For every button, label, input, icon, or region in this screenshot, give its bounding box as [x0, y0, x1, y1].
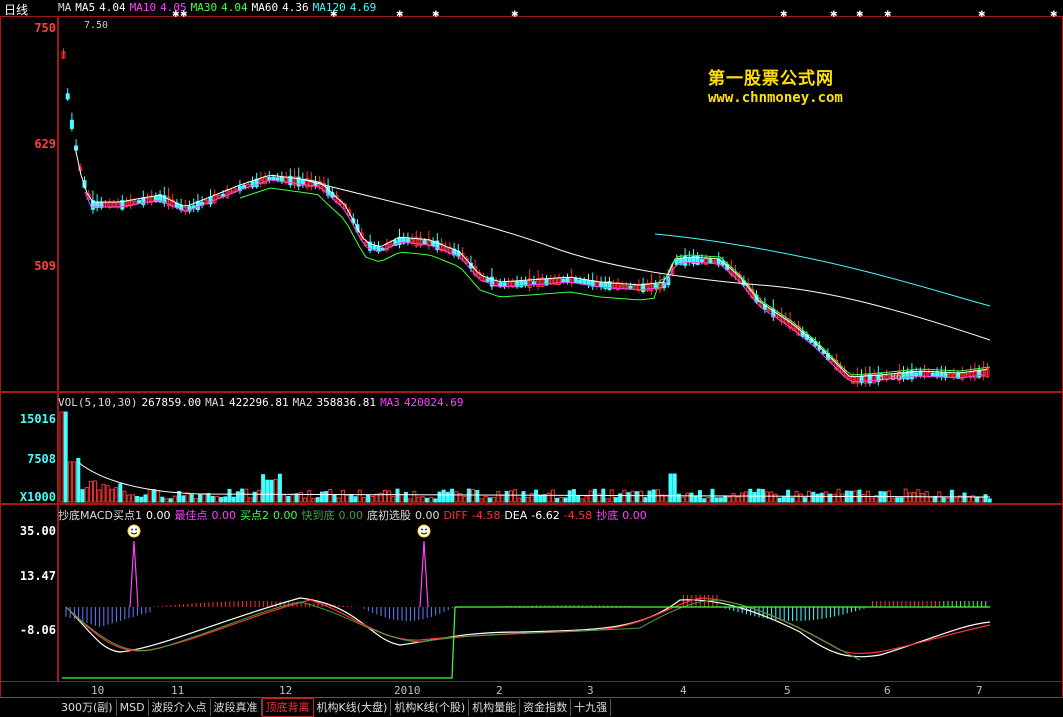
volume-legend-item: MA3 [380, 396, 400, 409]
volume-legend: VOL(5,10,30) 267859.00 MA1 422296.81 MA2 3588… [58, 396, 468, 409]
macd-axis-label-35: 35.00 [19, 524, 56, 538]
volume-legend-item: 422296.81 [228, 396, 289, 409]
macd-legend-item: 最佳点 [174, 509, 208, 522]
time-axis-label: 12 [279, 684, 293, 697]
ma-legend-item: MA [58, 1, 72, 14]
macd-legend-item: -4.58 [563, 509, 593, 522]
tab-indicator[interactable]: 机构K线(个股) [391, 699, 470, 716]
period-label: 日线 [4, 1, 32, 18]
time-axis-bar [0, 682, 1063, 698]
watermark-url: www.chnmoney.com [708, 90, 843, 106]
macd-legend: 抄底MACD买点1 0.00 最佳点 0.00 买点2 0.00 快到底 0.00 底初选股 0.… [58, 507, 651, 523]
tab-indicator[interactable]: 资金指数 [520, 699, 572, 716]
ma-legend-item: MA10 [129, 1, 157, 14]
volume-axis-panel [0, 392, 58, 504]
volume-legend-item: VOL(5,10,30) [58, 396, 138, 409]
macd-legend-item: 0.00 [211, 509, 236, 522]
price-chart-frame[interactable] [58, 16, 1063, 392]
tab-scroll-left-icon[interactable] [0, 699, 58, 716]
time-axis-label: 5 [784, 684, 791, 697]
tab-indicator[interactable]: 机构K线(大盘) [314, 699, 392, 716]
volume-legend-item: MA2 [292, 396, 313, 409]
time-axis-label: 6 [884, 684, 891, 697]
ma-legend-item: MA30 [190, 1, 218, 14]
volume-legend-item: 267859.00 [141, 396, 202, 409]
ma-legend-item: MA120 [312, 1, 346, 14]
volume-axis-label-max: 15016 [19, 412, 56, 426]
price-low-annotation: 3.86 [878, 372, 903, 383]
macd-legend-item: -6.62 [531, 509, 560, 522]
time-axis-label: 4 [680, 684, 687, 697]
price-high-annotation: 7.50 [84, 20, 109, 31]
macd-legend-item: -4.58 [471, 509, 501, 522]
tab-indicator[interactable]: 波段真准 [211, 699, 262, 716]
ma-legend-item: 4.04 [221, 1, 248, 14]
price-axis-label-629: 629 [34, 137, 56, 151]
time-axis-label: 10 [91, 684, 105, 697]
macd-legend-item: 0.00 [414, 509, 440, 522]
ma-legend-item: 4.36 [282, 1, 309, 14]
ma-legend-item: 4.69 [349, 1, 377, 14]
tab-indicator[interactable]: 顶底背离 [261, 698, 314, 717]
ma-legend-item: 4.05 [160, 1, 187, 14]
macd-legend-item: 买点2 [239, 509, 269, 522]
time-axis-label: 7 [976, 684, 983, 697]
macd-legend-item: 0.00 [338, 509, 363, 522]
tab-indicator[interactable]: 300万(副) [58, 699, 117, 716]
ma-legend: MA MA5 4.04 MA10 4.05 MA30 4.04 MA60 4.36 MA120 4.… [58, 1, 380, 14]
price-axis-label-509: 509 [34, 259, 56, 273]
volume-legend-item: 420024.69 [403, 396, 464, 409]
time-axis-label: 11 [171, 684, 185, 697]
macd-legend-item: 0.00 [145, 509, 171, 522]
volume-legend-item: MA1 [205, 396, 225, 409]
macd-axis-label-neg8: -8.06 [19, 623, 56, 637]
time-axis-label: 3 [587, 684, 594, 697]
tab-indicator[interactable]: 十九强 [571, 699, 612, 716]
tab-indicator[interactable]: 波段介入点 [149, 699, 211, 716]
macd-legend-item: 快到底 [301, 509, 335, 522]
ma-legend-item: MA5 [75, 1, 96, 14]
macd-chart-frame[interactable] [58, 504, 1063, 682]
macd-legend-item: DIFF [443, 509, 468, 522]
price-axis-label-750: 750 [34, 21, 56, 35]
macd-legend-item: 抄底 [596, 509, 619, 522]
ma-legend-item: MA60 [251, 1, 279, 14]
tab-indicator[interactable]: 机构量能 [469, 699, 521, 716]
tab-indicator[interactable]: MSD [117, 699, 149, 716]
macd-legend-item: 底初选股 [366, 509, 411, 522]
period-label-text: 日线 [4, 3, 29, 17]
watermark-title: 第一股票公式网 [708, 69, 834, 89]
macd-legend-item: 抄底MACD买点1 [58, 509, 142, 522]
volume-axis-unit: X1000 [19, 490, 56, 504]
indicator-tab-bar: 300万(副) MSD 波段介入点 波段真准 顶底背离 机构K线(大盘) 机构K线(个股) 机… [0, 697, 1063, 717]
volume-axis-label-mid: 7508 [27, 452, 56, 466]
macd-axis-label-13: 13.47 [19, 569, 56, 583]
time-axis-label: 2 [496, 684, 503, 697]
time-axis-label: 2010 [394, 684, 421, 697]
volume-legend-item: 358836.81 [316, 396, 377, 409]
ma-legend-item: 4.04 [99, 1, 126, 14]
macd-legend-item: DEA [504, 509, 528, 522]
price-panel[interactable] [0, 16, 58, 392]
macd-legend-item: 0.00 [622, 509, 647, 522]
macd-legend-item: 0.00 [272, 509, 298, 522]
